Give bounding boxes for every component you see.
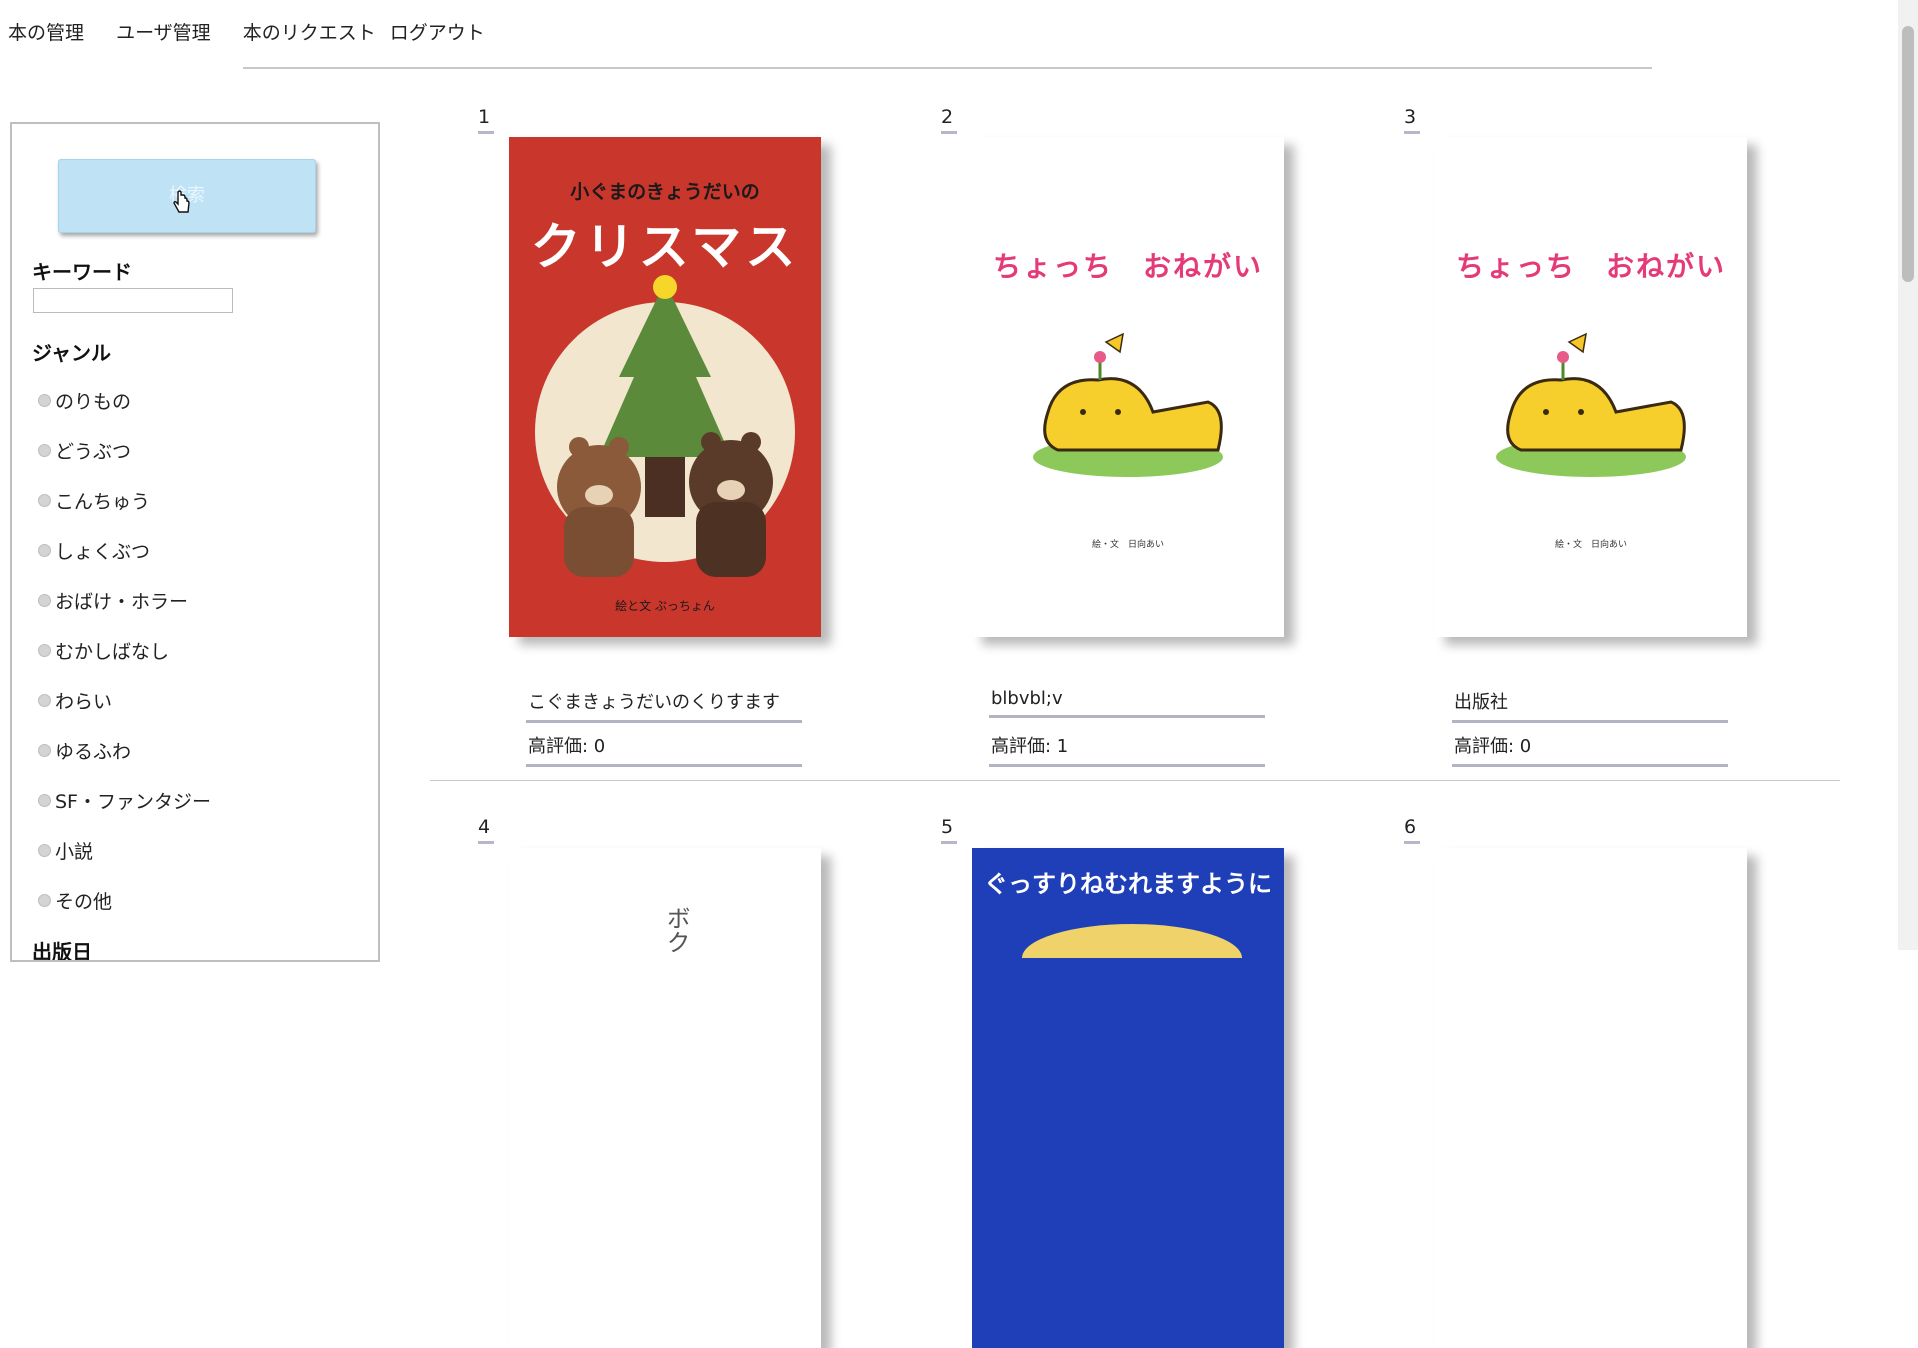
nav-user-management[interactable]: ユーザ管理 (116, 22, 211, 44)
book-number: 3 (1404, 106, 1420, 134)
radio-button[interactable] (38, 844, 51, 857)
book-number: 2 (941, 106, 957, 134)
genre-option[interactable]: SF・ファンタジー (38, 787, 211, 814)
nav-book-request[interactable]: 本のリクエスト (243, 22, 376, 44)
genre-option[interactable]: 小説 (38, 837, 93, 864)
top-nav: 本の管理 ユーザ管理 本のリクエスト ログアウト (8, 18, 485, 45)
genre-option[interactable]: こんちゅう (38, 487, 150, 514)
christmas-bears-illustration (535, 275, 795, 577)
genre-option[interactable]: どうぶつ (38, 437, 131, 464)
date-label: 出版日 (32, 940, 92, 962)
book-cover[interactable]: 小ぐまのきょうだいの クリスマス 絵と文 ぷっちょん (509, 137, 821, 637)
radio-button[interactable] (38, 744, 51, 757)
radio-button[interactable] (38, 894, 51, 907)
radio-button[interactable] (38, 444, 51, 457)
genre-option[interactable]: わらい (38, 687, 112, 714)
genre-label: ジャンル (32, 341, 111, 365)
genre-option[interactable]: ゆるふわ (38, 737, 131, 764)
book-rating: 高評価: 1 (989, 732, 1265, 767)
book-cover[interactable]: ちょっち おねがい 絵・文 日向あい (1435, 137, 1747, 637)
cover-title-small: 小ぐまのきょうだいの (570, 181, 760, 203)
genre-option[interactable]: のりもの (38, 387, 131, 414)
nav-logout[interactable]: ログアウト (390, 22, 485, 44)
dog-illustration (1033, 332, 1223, 477)
dog-illustration (1496, 332, 1686, 477)
cover-title: ちょっち おねがい (1455, 250, 1726, 283)
genre-option[interactable]: しょくぶつ (38, 537, 150, 564)
scrollbar-thumb[interactable] (1902, 26, 1914, 282)
radio-button[interactable] (38, 594, 51, 607)
book-cover[interactable]: ちょっち おねがい 絵・文 日向あい (972, 137, 1284, 637)
hand-cursor-icon (173, 190, 190, 213)
cover-title: ぐっすりねむれますように (984, 870, 1272, 898)
cover-credit: 絵と文 ぷっちょん (615, 599, 715, 613)
cover-credit: 絵・文 日向あい (1554, 540, 1627, 550)
book-number: 5 (941, 816, 957, 844)
cover-title: ボク (662, 906, 690, 954)
radio-button[interactable] (38, 544, 51, 557)
book-number: 1 (478, 106, 494, 134)
cover-credit: 絵・文 日向あい (1091, 540, 1164, 550)
nav-divider (243, 67, 1652, 69)
book-cover[interactable]: ぐっすりねむれますように (972, 848, 1284, 1348)
cover-title: ちょっち おねがい (992, 250, 1263, 283)
radio-button[interactable] (38, 494, 51, 507)
book-cover[interactable] (1435, 848, 1747, 1348)
radio-button[interactable] (38, 394, 51, 407)
radio-button[interactable] (38, 644, 51, 657)
search-sidebar: 検索 キーワード ジャンル のりもの どうぶつ こんちゅう しょくぶつ おばけ・… (10, 122, 380, 962)
genre-option[interactable]: おばけ・ホラー (38, 587, 188, 614)
radio-button[interactable] (38, 794, 51, 807)
book-number: 6 (1404, 816, 1420, 844)
book-title: blbvbl;v (989, 688, 1265, 718)
book-title: こぐまきょうだいのくりすます (526, 688, 802, 723)
book-rating: 高評価: 0 (1452, 732, 1728, 767)
genre-option[interactable]: その他 (38, 887, 112, 914)
keyword-input[interactable] (33, 288, 233, 313)
bread-illustration (1022, 924, 1242, 958)
book-rating: 高評価: 0 (526, 732, 802, 767)
book-number: 4 (478, 816, 494, 844)
book-cover[interactable]: ボク (509, 848, 821, 1348)
page-scrollbar[interactable] (1898, 0, 1918, 950)
book-title: 出版社 (1452, 688, 1728, 723)
row-divider (430, 780, 1840, 781)
nav-book-management[interactable]: 本の管理 (8, 22, 84, 44)
keyword-label: キーワード (32, 260, 132, 284)
radio-button[interactable] (38, 694, 51, 707)
genre-option[interactable]: むかしばなし (38, 637, 169, 664)
